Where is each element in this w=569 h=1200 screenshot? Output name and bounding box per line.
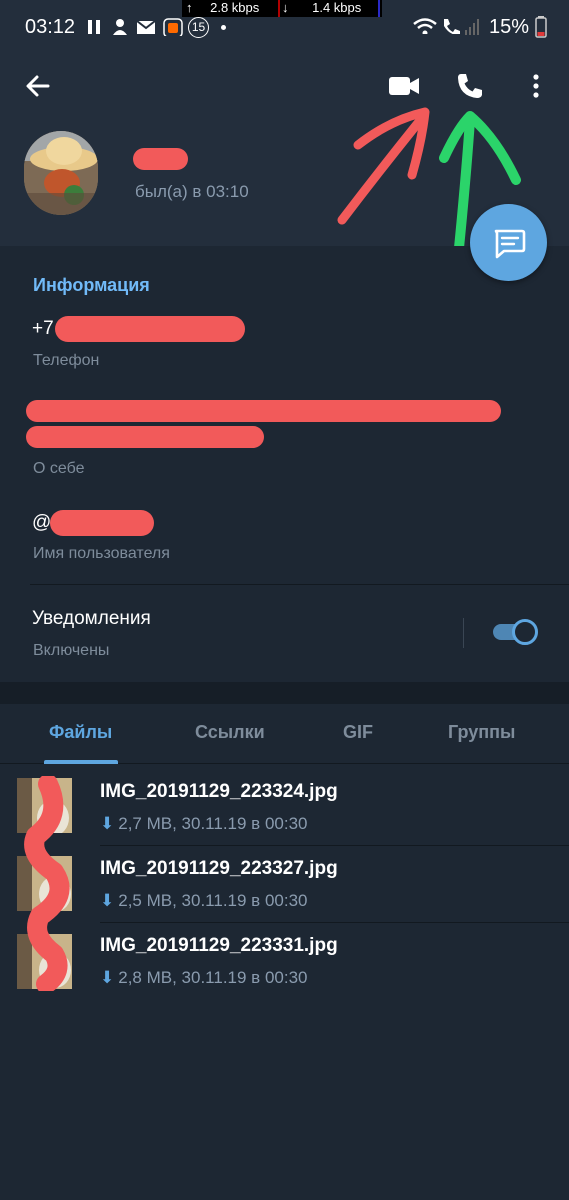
redacted-phone [55,316,245,342]
file-meta: ⬇ 2,7 MB, 30.11.19 в 00:30 [100,814,307,834]
redacted-bio-line-1 [26,400,501,422]
more-notifications-dot [221,25,226,30]
notifications-status: Включены [33,642,110,659]
last-seen-status: был(а) в 03:10 [135,182,249,201]
download-arrow-icon: ⬇ [100,891,115,910]
redacted-bio-line-2 [26,426,264,448]
upload-speed: 2.8 kbps [210,0,260,15]
redacted-username [50,510,154,536]
phone-label: Телефон [33,352,100,369]
signal-icon [465,19,479,35]
file-name: IMG_20191129_223327.jpg [100,858,338,879]
download-speed: 1.4 kbps [312,0,362,15]
notifications-title: Уведомления [32,608,151,629]
tab-links[interactable]: Ссылки [195,722,265,743]
download-arrow-icon: ↓ [282,0,289,15]
battery-percentage: 15% [489,16,530,38]
red-annotation-arrow [337,107,430,225]
app-notification-icon [163,18,183,36]
pause-icon [88,20,100,34]
file-name: IMG_20191129_223324.jpg [100,781,338,802]
vertical-divider [463,618,464,648]
file-meta: ⬇ 2,8 MB, 30.11.19 в 00:30 [100,968,307,988]
redacted-thumbnails-scribble [24,776,70,991]
upload-arrow-icon: ↑ [186,0,193,15]
send-message-button[interactable] [470,204,547,281]
battery-icon [535,16,547,38]
wifi-icon [413,18,437,34]
file-name: IMG_20191129_223331.jpg [100,935,338,956]
phone-value[interactable]: +7 [32,318,54,340]
avatar-image [24,131,98,215]
bio-label: О себе [33,460,85,477]
download-arrow-icon: ⬇ [100,814,115,833]
active-tab-indicator [44,760,118,764]
status-time: 03:12 [25,16,76,38]
toggle-knob[interactable] [512,619,538,645]
file-meta: ⬇ 2,5 MB, 30.11.19 в 00:30 [100,891,307,911]
phone-icon[interactable] [456,72,484,100]
download-arrow-icon: ⬇ [100,968,115,987]
tab-groups[interactable]: Группы [448,722,515,743]
username-label: Имя пользователя [33,545,170,562]
arrow-left-icon[interactable] [24,72,52,100]
file-meta-text: 2,7 MB, 30.11.19 в 00:30 [118,814,308,833]
mail-icon [136,20,156,34]
tab-files[interactable]: Файлы [49,722,112,743]
notifications-row[interactable] [0,585,569,682]
person-icon [113,19,127,35]
video-camera-icon[interactable] [388,74,420,98]
message-icon [494,229,526,259]
network-speed-indicator: ↑ 2.8 kbps ↓ 1.4 kbps [182,0,382,17]
more-vertical-icon[interactable] [528,72,544,100]
notification-count-badge: 15 [188,17,209,38]
file-meta-text: 2,8 MB, 30.11.19 в 00:30 [118,968,308,987]
redacted-name [133,148,188,170]
username-value[interactable]: @ [32,512,51,534]
avatar[interactable] [24,131,98,215]
section-gap [0,682,569,704]
tab-gif[interactable]: GIF [343,722,373,743]
section-title-info: Информация [33,275,150,295]
wifi-calling-icon [444,19,460,34]
file-meta-text: 2,5 MB, 30.11.19 в 00:30 [118,891,308,910]
